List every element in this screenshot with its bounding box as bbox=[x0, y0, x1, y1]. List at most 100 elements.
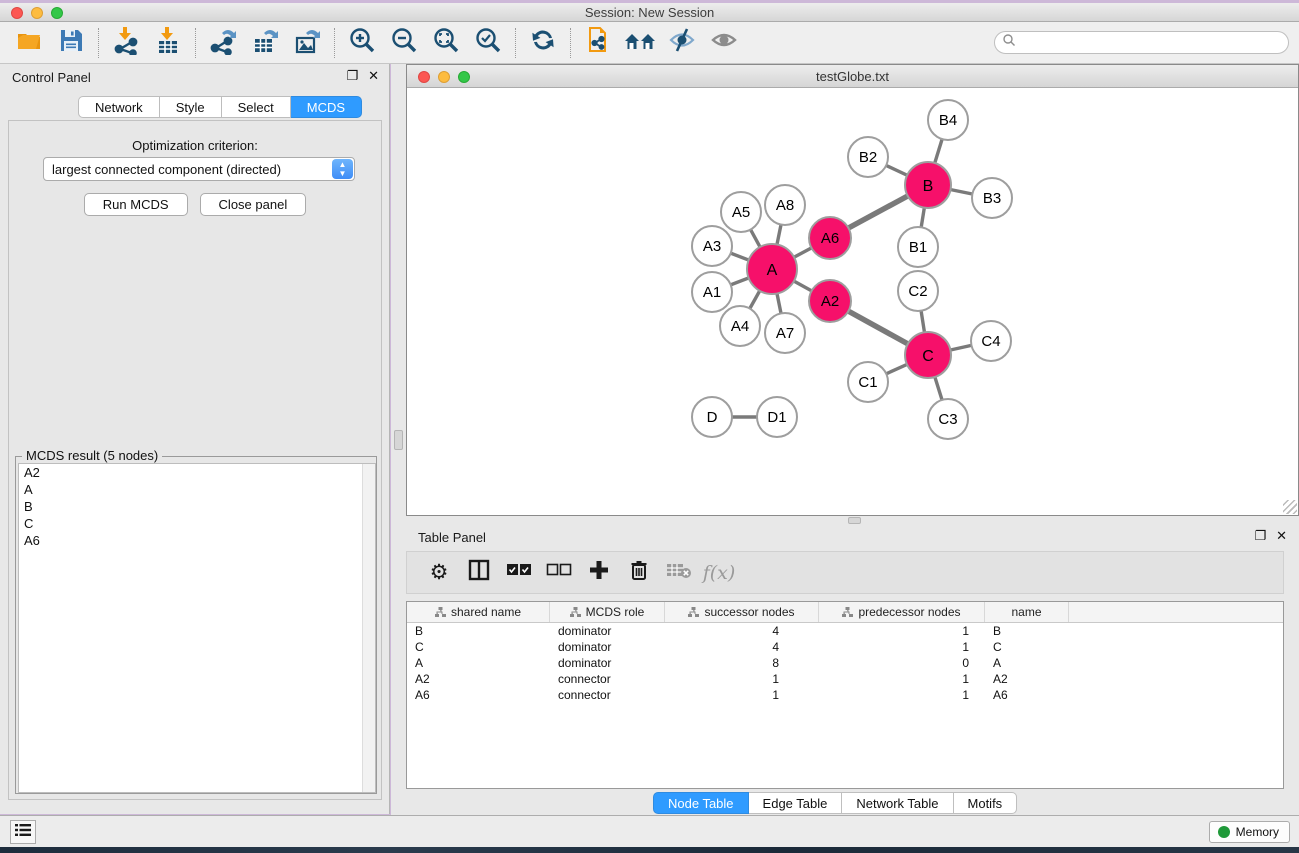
result-item[interactable]: A6 bbox=[19, 532, 375, 549]
mcds-result-list[interactable]: A2 A B C A6 bbox=[18, 463, 376, 793]
node-D1[interactable]: D1 bbox=[757, 397, 797, 437]
node-C4[interactable]: C4 bbox=[971, 321, 1011, 361]
zoom-in-button[interactable] bbox=[341, 25, 383, 61]
table-settings-button[interactable]: ⚙ bbox=[421, 556, 457, 590]
table-row[interactable]: A2 connector 1 1 A2 bbox=[407, 671, 1283, 687]
column-layout-button[interactable] bbox=[461, 556, 497, 590]
import-network-button[interactable] bbox=[105, 25, 147, 61]
tab-network-table[interactable]: Network Table bbox=[842, 792, 953, 814]
table-row[interactable]: B dominator 4 1 B bbox=[407, 623, 1283, 639]
result-item[interactable]: A bbox=[19, 481, 375, 498]
import-table-button[interactable] bbox=[147, 25, 189, 61]
export-network-button[interactable] bbox=[202, 25, 244, 61]
tab-network[interactable]: Network bbox=[78, 96, 160, 118]
tab-style[interactable]: Style bbox=[160, 96, 222, 118]
node-A2[interactable]: A2 bbox=[809, 280, 851, 322]
tab-node-table[interactable]: Node Table bbox=[653, 792, 749, 814]
column-header-mcds-role[interactable]: MCDS role bbox=[550, 602, 665, 622]
float-panel-icon[interactable]: ❐ bbox=[346, 69, 358, 83]
memory-button[interactable]: Memory bbox=[1209, 821, 1290, 843]
result-item[interactable]: B bbox=[19, 498, 375, 515]
memory-label: Memory bbox=[1236, 825, 1279, 839]
network-window-title: testGlobe.txt bbox=[816, 69, 889, 84]
show-panel-button[interactable] bbox=[703, 25, 745, 61]
column-header-predecessor-nodes[interactable]: predecessor nodes bbox=[819, 602, 985, 622]
tab-edge-table[interactable]: Edge Table bbox=[749, 792, 843, 814]
result-item[interactable]: A2 bbox=[19, 464, 375, 481]
column-header-successor-nodes[interactable]: successor nodes bbox=[665, 602, 819, 622]
export-table-button[interactable] bbox=[244, 25, 286, 61]
window-resize-grip[interactable] bbox=[1283, 500, 1297, 514]
save-floppy-icon bbox=[56, 25, 86, 60]
node-C2[interactable]: C2 bbox=[898, 271, 938, 311]
home-button[interactable] bbox=[619, 25, 661, 61]
task-history-button[interactable] bbox=[10, 820, 36, 844]
search-input[interactable] bbox=[1016, 36, 1266, 50]
save-session-button[interactable] bbox=[50, 25, 92, 61]
node-A8[interactable]: A8 bbox=[765, 185, 805, 225]
table-row[interactable]: C dominator 4 1 C bbox=[407, 639, 1283, 655]
search-field[interactable] bbox=[994, 31, 1289, 54]
splitter-grip-left[interactable] bbox=[394, 430, 403, 450]
hide-panel-button[interactable] bbox=[661, 25, 703, 61]
node-C[interactable]: C bbox=[905, 332, 951, 378]
node-table: shared name MCDS role successor nodes pr… bbox=[406, 601, 1284, 789]
result-scrollbar[interactable] bbox=[362, 464, 375, 792]
table-row[interactable]: A6 connector 1 1 A6 bbox=[407, 687, 1283, 703]
home-icon bbox=[623, 25, 657, 60]
node-A3[interactable]: A3 bbox=[692, 226, 732, 266]
maximize-network-button[interactable] bbox=[458, 71, 470, 83]
run-mcds-button[interactable]: Run MCDS bbox=[84, 193, 188, 216]
node-B2[interactable]: B2 bbox=[848, 137, 888, 177]
refresh-button[interactable] bbox=[522, 25, 564, 61]
close-table-panel-icon[interactable]: ✕ bbox=[1276, 529, 1287, 543]
select-all-button[interactable] bbox=[501, 556, 537, 590]
node-A7[interactable]: A7 bbox=[765, 313, 805, 353]
node-B3[interactable]: B3 bbox=[972, 178, 1012, 218]
node-A[interactable]: A bbox=[747, 244, 797, 294]
node-B[interactable]: B bbox=[905, 162, 951, 208]
zoom-selected-button[interactable] bbox=[467, 25, 509, 61]
open-session-button[interactable] bbox=[8, 25, 50, 61]
node-A5[interactable]: A5 bbox=[721, 192, 761, 232]
node-B1[interactable]: B1 bbox=[898, 227, 938, 267]
tab-mcds[interactable]: MCDS bbox=[291, 96, 362, 118]
column-header-name[interactable]: name bbox=[985, 602, 1069, 622]
network-canvas[interactable]: A5 A8 A3 A A1 A4 A7 A6 A2 B2 B4 B B3 B1 bbox=[407, 88, 1298, 515]
app-titlebar[interactable]: Session: New Session bbox=[0, 3, 1299, 22]
close-panel-button[interactable]: Close panel bbox=[200, 193, 307, 216]
splitter-grip-horizontal[interactable] bbox=[848, 517, 861, 524]
node-A6[interactable]: A6 bbox=[809, 217, 851, 259]
close-window-button[interactable] bbox=[11, 7, 23, 19]
network-window-titlebar[interactable]: testGlobe.txt bbox=[407, 65, 1298, 88]
node-B4[interactable]: B4 bbox=[928, 100, 968, 140]
minimize-network-button[interactable] bbox=[438, 71, 450, 83]
close-network-button[interactable] bbox=[418, 71, 430, 83]
result-item[interactable]: C bbox=[19, 515, 375, 532]
zoom-fit-button[interactable] bbox=[425, 25, 467, 61]
deselect-all-button[interactable] bbox=[541, 556, 577, 590]
float-table-panel-icon[interactable]: ❐ bbox=[1254, 529, 1266, 543]
maximize-window-button[interactable] bbox=[51, 7, 63, 19]
zoom-out-button[interactable] bbox=[383, 25, 425, 61]
node-A4[interactable]: A4 bbox=[720, 306, 760, 346]
desktop: Session: New Session bbox=[0, 0, 1299, 853]
svg-text:A7: A7 bbox=[776, 325, 794, 342]
tab-motifs[interactable]: Motifs bbox=[954, 792, 1018, 814]
criterion-dropdown[interactable]: largest connected component (directed) ▲… bbox=[43, 157, 355, 181]
svg-text:A1: A1 bbox=[703, 284, 721, 301]
export-image-button[interactable] bbox=[286, 25, 328, 61]
delete-column-button[interactable] bbox=[621, 556, 657, 590]
add-column-button[interactable] bbox=[581, 556, 617, 590]
open-folder-icon bbox=[14, 25, 44, 60]
tab-select[interactable]: Select bbox=[222, 96, 291, 118]
node-A1[interactable]: A1 bbox=[692, 272, 732, 312]
close-panel-icon[interactable]: ✕ bbox=[368, 69, 379, 83]
node-C1[interactable]: C1 bbox=[848, 362, 888, 402]
column-header-shared-name[interactable]: shared name bbox=[407, 602, 550, 622]
node-D[interactable]: D bbox=[692, 397, 732, 437]
minimize-window-button[interactable] bbox=[31, 7, 43, 19]
table-row[interactable]: A dominator 8 0 A bbox=[407, 655, 1283, 671]
network-from-file-button[interactable] bbox=[577, 25, 619, 61]
node-C3[interactable]: C3 bbox=[928, 399, 968, 439]
